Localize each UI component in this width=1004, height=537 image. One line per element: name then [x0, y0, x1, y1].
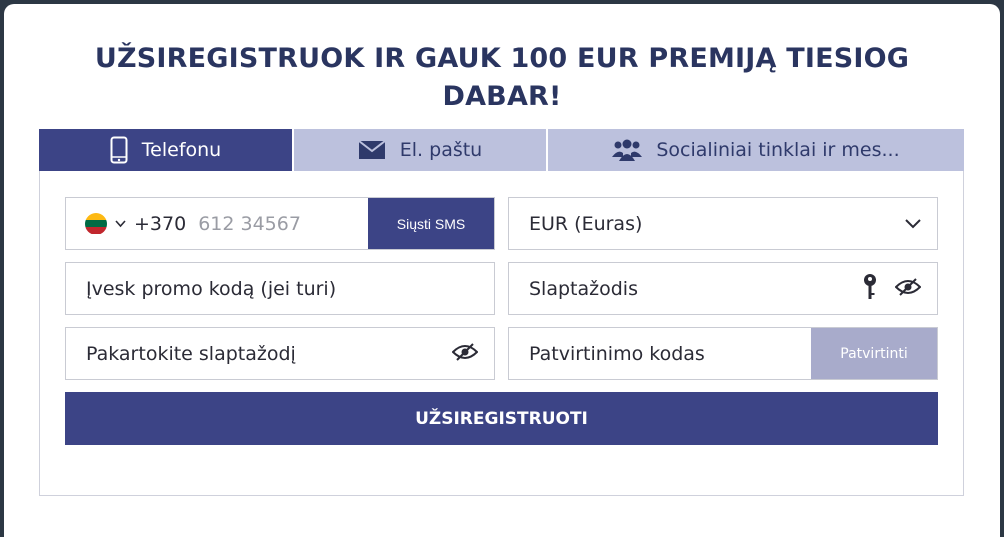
tab-phone-label: Telefonu: [141, 139, 222, 161]
key-icon[interactable]: [863, 273, 877, 305]
chevron-down-icon: [905, 214, 921, 233]
eye-slash-icon[interactable]: [451, 342, 479, 365]
tab-email[interactable]: El. paštu: [294, 129, 548, 171]
registration-form: +370 Siųsti SMS EUR (Euras) Įvesk promo …: [39, 171, 964, 496]
currency-chevron: [905, 198, 921, 249]
repeat-password-placeholder: Pakartokite slaptažodį: [86, 342, 296, 365]
tab-phone[interactable]: Telefonu: [39, 129, 294, 171]
envelope-icon: [358, 140, 386, 160]
tab-social-label: Socialiniai tinklai ir mes...: [656, 139, 900, 161]
lithuania-flag-icon[interactable]: [85, 212, 107, 235]
tab-email-label: El. paštu: [399, 139, 483, 161]
confirm-button[interactable]: Patvirtinti: [811, 328, 937, 379]
promo-code-field[interactable]: Įvesk promo kodą (jei turi): [65, 262, 495, 315]
users-icon: [612, 139, 643, 161]
phone-field: +370 Siųsti SMS: [65, 197, 495, 250]
repeat-password-icons: [451, 328, 479, 379]
phone-prefix: +370: [134, 212, 187, 235]
repeat-password-field[interactable]: Pakartokite slaptažodį: [65, 327, 495, 380]
currency-select[interactable]: EUR (Euras): [508, 197, 938, 250]
password-icons: [863, 263, 922, 314]
tab-social[interactable]: Socialiniai tinklai ir mes...: [548, 129, 964, 171]
confirmation-code-field[interactable]: Patvirtinimo kodas Patvirtinti: [508, 327, 938, 380]
register-button[interactable]: UŽSIREGISTRUOTI: [65, 392, 938, 445]
chevron-down-icon[interactable]: [115, 219, 126, 228]
currency-value: EUR (Euras): [529, 212, 643, 235]
registration-tabs: Telefonu El. paštu Socialiniai tinklai i…: [39, 129, 964, 171]
password-field[interactable]: Slaptažodis: [508, 262, 938, 315]
phone-input[interactable]: [198, 212, 359, 235]
promo-code-placeholder: Įvesk promo kodą (jei turi): [86, 277, 337, 300]
title-line-1: UŽSIREGISTRUOK IR GAUK 100 EUR PREMIJĄ T…: [94, 43, 910, 74]
eye-slash-icon[interactable]: [894, 277, 922, 300]
send-sms-button[interactable]: Siųsti SMS: [368, 198, 494, 249]
confirmation-code-placeholder: Patvirtinimo kodas: [529, 342, 705, 365]
page-title: UŽSIREGISTRUOK IR GAUK 100 EUR PREMIJĄ T…: [0, 40, 1004, 116]
password-placeholder: Slaptažodis: [529, 277, 638, 300]
title-line-2: DABAR!: [442, 81, 562, 112]
phone-icon: [110, 136, 128, 164]
